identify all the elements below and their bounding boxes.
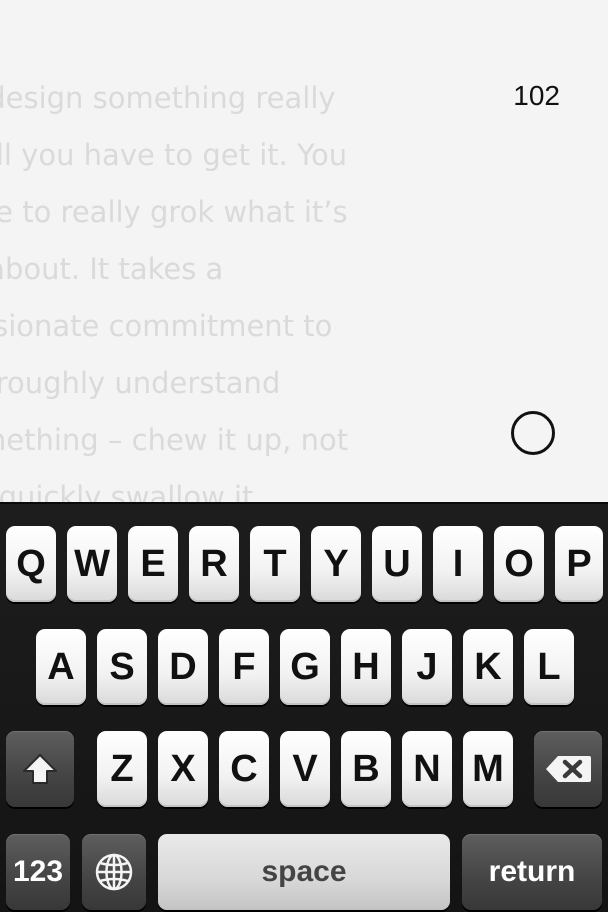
- text-line: t quickly swallow it.: [0, 480, 263, 502]
- key-m[interactable]: M: [463, 731, 513, 807]
- key-s[interactable]: S: [97, 629, 147, 705]
- key-r[interactable]: R: [189, 526, 239, 602]
- space-key[interactable]: space: [158, 834, 450, 910]
- text-line: design something really: [0, 81, 336, 115]
- key-t[interactable]: T: [250, 526, 300, 602]
- key-b[interactable]: B: [341, 731, 391, 807]
- document-text[interactable]: design something really ell you have to g…: [0, 70, 398, 502]
- text-line: ve to really grok what it’s: [0, 195, 348, 229]
- globe-key[interactable]: [82, 834, 146, 910]
- key-w[interactable]: W: [67, 526, 117, 602]
- key-k[interactable]: K: [463, 629, 513, 705]
- shift-key[interactable]: [6, 731, 74, 807]
- key-d[interactable]: D: [158, 629, 208, 705]
- key-x[interactable]: X: [158, 731, 208, 807]
- key-y[interactable]: Y: [311, 526, 361, 602]
- key-h[interactable]: H: [341, 629, 391, 705]
- return-key[interactable]: return: [462, 834, 602, 910]
- text-line: mething – chew it up, not: [0, 423, 349, 457]
- key-z[interactable]: Z: [97, 731, 147, 807]
- word-count: 102: [513, 80, 560, 111]
- text-line: about. It takes a: [0, 252, 224, 286]
- key-v[interactable]: V: [280, 731, 330, 807]
- key-p[interactable]: P: [555, 526, 603, 602]
- text-line: oroughly understand: [0, 366, 281, 400]
- text-line: ell you have to get it. You: [0, 138, 348, 172]
- key-n[interactable]: N: [402, 731, 452, 807]
- writing-area[interactable]: design something really ell you have to g…: [0, 0, 608, 502]
- globe-icon: [95, 853, 133, 891]
- key-j[interactable]: J: [402, 629, 452, 705]
- key-e[interactable]: E: [128, 526, 178, 602]
- on-screen-keyboard: Q W E R T Y U I O P A S D F G H J K L Z …: [0, 502, 608, 912]
- numbers-key[interactable]: 123: [6, 834, 70, 910]
- key-l[interactable]: L: [524, 629, 574, 705]
- key-a[interactable]: A: [36, 629, 86, 705]
- key-u[interactable]: U: [372, 526, 422, 602]
- delete-key[interactable]: [534, 731, 602, 807]
- key-o[interactable]: O: [494, 526, 544, 602]
- key-i[interactable]: I: [433, 526, 483, 602]
- backspace-icon: [546, 756, 591, 782]
- focus-mode-circle-icon[interactable]: [511, 411, 555, 455]
- key-c[interactable]: C: [219, 731, 269, 807]
- key-f[interactable]: F: [219, 629, 269, 705]
- key-q[interactable]: Q: [6, 526, 56, 602]
- key-g[interactable]: G: [280, 629, 330, 705]
- shift-arrow-icon: [23, 754, 57, 784]
- text-line: ssionate commitment to: [0, 309, 333, 343]
